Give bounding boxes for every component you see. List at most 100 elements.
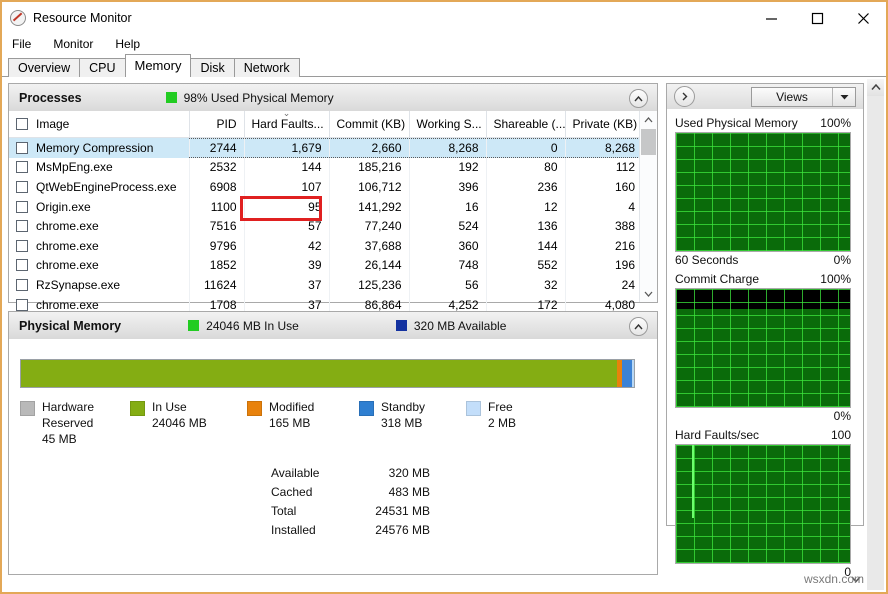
column-header-image[interactable]: Image <box>9 111 190 138</box>
graph-min-label: 0% <box>833 409 851 423</box>
graph-header: Hard Faults/sec 100 <box>675 427 851 444</box>
cell-working: 8,268 <box>409 137 487 158</box>
graph-grid <box>676 289 850 407</box>
close-icon[interactable] <box>840 2 886 34</box>
available-swatch <box>395 320 407 331</box>
menu-monitor[interactable]: Monitor <box>51 37 103 51</box>
table-row[interactable]: chrome.exe 7516 57 77,240 524 136 388 <box>9 216 642 236</box>
row-checkbox[interactable] <box>16 180 28 193</box>
table-row[interactable]: RzSynapse.exe 11624 37 125,236 56 32 24 <box>9 275 642 295</box>
physical-memory-header[interactable]: Physical Memory 24046 MB In Use 320 MB A… <box>9 312 657 340</box>
views-chevron-down-icon[interactable] <box>833 94 855 100</box>
resource-monitor-icon <box>10 10 26 26</box>
window-title: Resource Monitor <box>33 11 132 25</box>
summary-row: Total 24531 MB <box>271 502 430 521</box>
tab-cpu[interactable]: CPU <box>79 58 126 77</box>
maximize-icon[interactable] <box>794 2 840 34</box>
legend-name: Modified <box>269 400 315 414</box>
cell-shareable: 12 <box>486 196 566 217</box>
memory-usage-bar <box>20 359 635 388</box>
cell-image: MsMpEng.exe <box>9 157 190 178</box>
scroll-up-chevron-up-icon[interactable] <box>640 111 657 128</box>
row-checkbox[interactable] <box>16 141 28 154</box>
legend-item: Hardware Reserved 45 MB <box>20 399 130 447</box>
processes-scrollbar[interactable] <box>639 111 657 302</box>
column-header-working-set[interactable]: Working S... <box>409 111 487 138</box>
cell-commit: 106,712 <box>329 177 410 197</box>
window-scroll-up-chevron-up-icon[interactable] <box>867 79 884 96</box>
graph-max-label: 100% <box>820 272 851 286</box>
memory-legend: Hardware Reserved 45 MB In Use 24046 MB Modi… <box>20 399 647 447</box>
legend-name: Free <box>488 400 513 414</box>
cell-image-label: Memory Compression <box>36 140 154 155</box>
column-header-private[interactable]: Private (KB) <box>565 111 642 138</box>
legend-name: Standby <box>381 400 426 414</box>
tab-memory[interactable]: Memory <box>124 54 192 78</box>
row-checkbox[interactable] <box>16 200 28 213</box>
menu-bar: File Monitor Help <box>2 34 886 54</box>
window-controls <box>748 2 886 34</box>
cell-image-label: RzSynapse.exe <box>36 277 121 292</box>
menu-file[interactable]: File <box>10 37 41 51</box>
summary-value: 24531 MB <box>375 504 430 518</box>
menu-help[interactable]: Help <box>113 37 150 51</box>
scroll-down-chevron-down-icon[interactable] <box>640 285 657 302</box>
row-checkbox[interactable] <box>16 239 28 252</box>
row-checkbox[interactable] <box>16 161 28 174</box>
graph-title: Used Physical Memory <box>675 116 798 130</box>
physical-memory-panel: Physical Memory 24046 MB In Use 320 MB A… <box>8 311 658 575</box>
column-label-image: Image <box>36 117 70 131</box>
window-scrollbar[interactable] <box>867 79 884 590</box>
table-row[interactable]: Origin.exe 1100 95 141,292 16 12 4 <box>9 196 642 217</box>
expand-panel-chevron-right-icon[interactable] <box>674 86 695 107</box>
cell-image-label: chrome.exe <box>36 297 99 312</box>
cell-image: chrome.exe <box>9 255 190 276</box>
physical-memory-collapse-chevron-up-icon[interactable] <box>629 317 648 336</box>
processes-scrollbar-thumb[interactable] <box>641 129 656 155</box>
legend-swatch <box>20 401 35 416</box>
cell-working: 56 <box>409 275 487 295</box>
cell-image: RzSynapse.exe <box>9 275 190 295</box>
select-all-checkbox[interactable] <box>16 118 28 130</box>
tab-disk[interactable]: Disk <box>190 58 235 77</box>
graph-block: Commit Charge 100% 0% <box>675 271 851 425</box>
graph-block: Used Physical Memory 100% 60 Seconds 0% <box>675 115 851 269</box>
views-button[interactable]: Views <box>751 87 856 107</box>
cell-private: 8,268 <box>565 137 642 158</box>
legend-value: 165 MB <box>269 416 311 430</box>
cell-working: 16 <box>409 196 487 217</box>
table-row[interactable]: QtWebEngineProcess.exe 6908 107 106,712 396 2… <box>9 177 642 197</box>
in-use-label: 24046 MB In Use <box>206 318 299 333</box>
row-checkbox[interactable] <box>16 259 28 272</box>
column-header-hard-faults[interactable]: ⌄ Hard Faults... <box>244 111 330 138</box>
table-row[interactable]: chrome.exe 1852 39 26,144 748 552 196 <box>9 255 642 276</box>
graphs-container: Used Physical Memory 100% 60 Seconds 0% Comm… <box>666 109 864 579</box>
tab-network[interactable]: Network <box>233 58 300 77</box>
column-header-commit[interactable]: Commit (KB) <box>329 111 410 138</box>
processes-header[interactable]: Processes 98% Used Physical Memory <box>9 84 657 112</box>
legend-name: Hardware Reserved <box>42 400 95 430</box>
row-checkbox[interactable] <box>16 278 28 291</box>
column-header-pid[interactable]: PID <box>189 111 245 138</box>
column-header-shareable[interactable]: Shareable (... <box>486 111 566 138</box>
row-checkbox[interactable] <box>16 298 28 311</box>
table-row[interactable]: Memory Compression 2744 1,679 2,660 8,268 0 8,… <box>9 137 642 158</box>
cell-private: 4 <box>628 199 635 214</box>
left-pane: Processes 98% Used Physical Memory Image… <box>8 83 658 588</box>
table-row[interactable]: MsMpEng.exe 2532 144 185,216 192 80 112 <box>9 157 642 178</box>
processes-collapse-chevron-up-icon[interactable] <box>629 89 648 108</box>
cell-pid: 9796 <box>189 235 245 256</box>
cell-shareable: 552 <box>486 255 566 276</box>
graph-max-label: 100 <box>830 428 851 442</box>
tab-strip: Overview CPU Memory Disk Network <box>2 54 886 78</box>
row-checkbox[interactable] <box>16 220 28 233</box>
minimize-icon[interactable] <box>748 2 794 34</box>
graph-canvas <box>675 444 851 564</box>
tab-overview[interactable]: Overview <box>8 58 81 77</box>
legend-name: In Use <box>152 400 187 414</box>
table-row[interactable]: chrome.exe 9796 42 37,688 360 144 216 <box>9 235 642 256</box>
cell-image: Origin.exe <box>9 196 190 217</box>
processes-title: Processes <box>19 90 82 105</box>
resource-monitor-window: Resource Monitor File Monitor Help Overv… <box>0 0 888 594</box>
cell-image: QtWebEngineProcess.exe <box>9 177 190 197</box>
